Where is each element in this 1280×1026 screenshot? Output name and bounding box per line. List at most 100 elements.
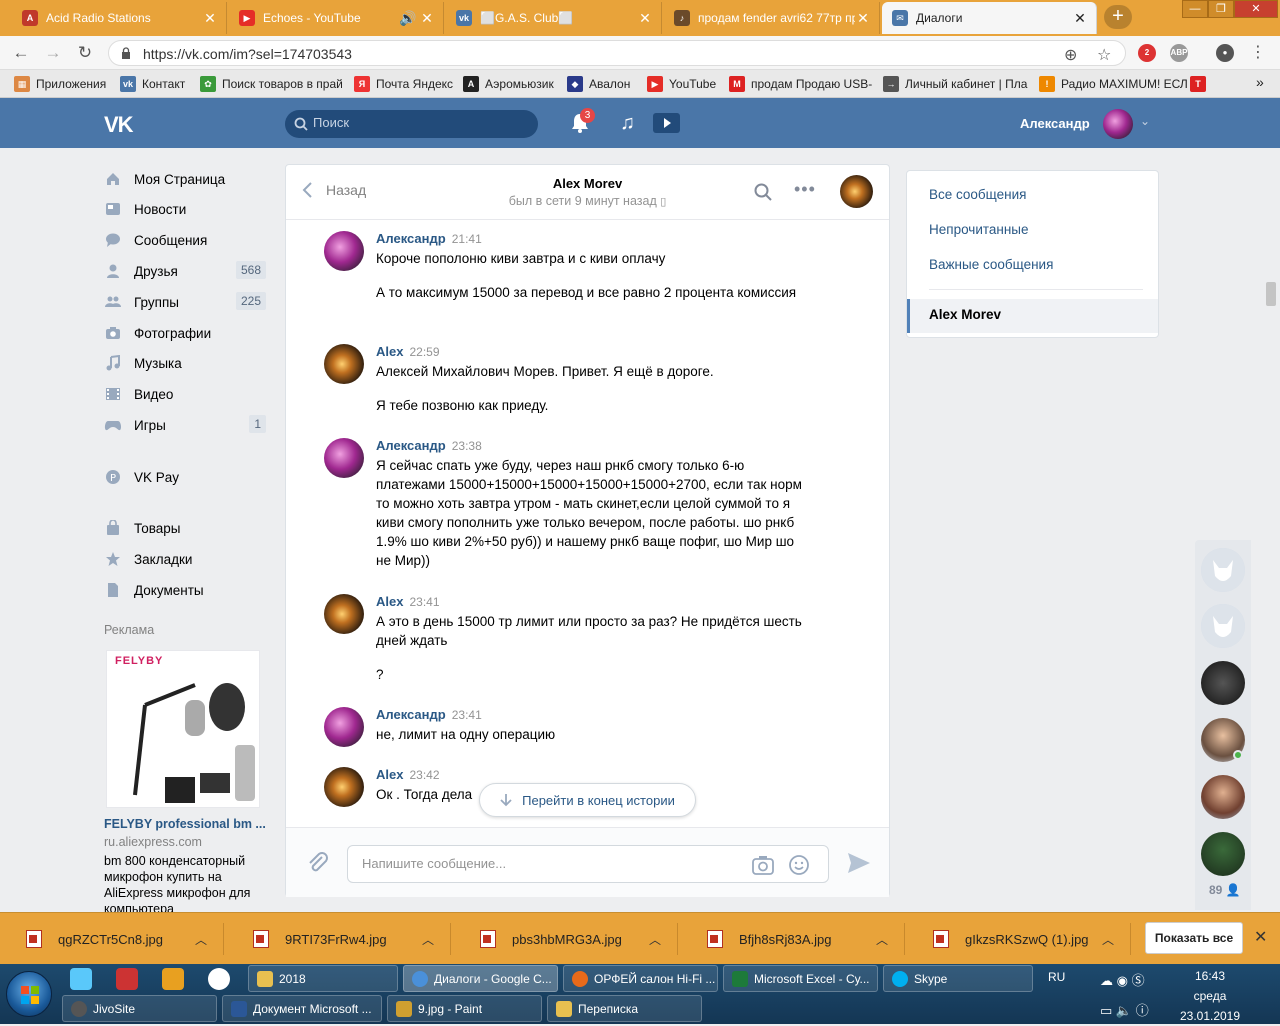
tray-icons-row2[interactable]: ▭ 🔈 ⓘ xyxy=(1100,1000,1149,1019)
bookmark-avalon[interactable]: ◆ Авалон xyxy=(567,76,630,92)
message-author[interactable]: Alex 23:42 xyxy=(376,767,440,782)
nav-groups[interactable]: Группы 225 xyxy=(100,288,270,316)
user-avatar[interactable] xyxy=(1103,109,1133,139)
vk-search-box[interactable] xyxy=(285,110,538,138)
nav-news[interactable]: Новости xyxy=(100,195,270,223)
chevron-up-icon[interactable]: ︿ xyxy=(1102,931,1114,948)
taskbar-item-chrome[interactable]: Диалоги - Google C... xyxy=(403,965,558,992)
nav-music[interactable]: Музыка xyxy=(100,349,270,377)
nav-video[interactable]: Видео xyxy=(100,380,270,408)
system-clock[interactable]: 16:43 среда 23.01.2019 xyxy=(1170,966,1250,1026)
more-actions-icon[interactable]: ••• xyxy=(794,179,816,200)
download-item[interactable]: qgRZCTr5Cn8.jpg ︿ xyxy=(4,923,224,955)
maximize-window-button[interactable]: ❐ xyxy=(1208,0,1234,18)
close-tab-icon[interactable]: ✕ xyxy=(637,10,653,27)
friend-avatar-man[interactable] xyxy=(1201,718,1245,762)
chevron-up-icon[interactable]: ︿ xyxy=(876,931,888,948)
back-arrow-icon[interactable]: ← xyxy=(10,42,32,64)
taskbar-item-2018[interactable]: 2018 xyxy=(248,965,398,992)
language-indicator[interactable]: RU xyxy=(1048,970,1065,984)
ad-image[interactable]: FELYBY xyxy=(106,650,260,808)
taskbar-item-excel[interactable]: Microsoft Excel - Су... xyxy=(723,965,878,992)
camera-attach-icon[interactable] xyxy=(752,855,774,875)
friend-avatar-placeholder[interactable] xyxy=(1201,548,1245,592)
scrollbar-thumb[interactable] xyxy=(1266,282,1276,306)
quicklaunch-ie-icon[interactable] xyxy=(70,968,92,990)
bookmark-aeromusic[interactable]: A Аэромьюзик xyxy=(463,76,554,92)
filter-active-dialog[interactable]: Alex Morev xyxy=(907,299,1158,333)
speaker-icon[interactable]: 🔊 xyxy=(397,10,419,27)
taskbar-item-jivosite[interactable]: JivoSite xyxy=(62,995,217,1022)
message-avatar[interactable] xyxy=(324,707,364,747)
bookmark-apps[interactable]: ▦ Приложения xyxy=(14,76,106,92)
browser-tab-2[interactable]: ▶ Echoes - YouTube 🔊 ✕ xyxy=(229,2,444,34)
vk-search-input[interactable] xyxy=(313,115,523,130)
download-item[interactable]: Bfjh8sRj83A.jpg ︿ xyxy=(685,923,905,955)
bookmark-radio-maximum[interactable]: ! Радио MAXIMUM! ЕСЛ xyxy=(1039,76,1188,92)
chat-search-icon[interactable] xyxy=(754,183,772,201)
message-avatar[interactable] xyxy=(324,344,364,384)
download-item[interactable]: 9RTI73FrRw4.jpg ︿ xyxy=(231,923,451,955)
message-input-box[interactable] xyxy=(347,845,829,883)
paperclip-icon[interactable] xyxy=(306,851,330,875)
taskbar-item-skype[interactable]: Skype xyxy=(883,965,1033,992)
message-author[interactable]: Александр 21:41 xyxy=(376,231,482,246)
jump-to-end-button[interactable]: Перейти в конец истории xyxy=(479,783,696,817)
message-author[interactable]: Александр 23:41 xyxy=(376,707,482,722)
message-input[interactable] xyxy=(362,856,742,871)
bookmark-vk[interactable]: vk Контакт xyxy=(120,76,185,92)
taskbar-item-firefox[interactable]: ОРФЕЙ салон Hi-Fi ... xyxy=(563,965,718,992)
bookmark-yandex-mail[interactable]: Я Почта Яндекс xyxy=(354,76,453,92)
quicklaunch-app-icon[interactable] xyxy=(116,968,138,990)
browser-tab-1[interactable]: A Acid Radio Stations ✕ xyxy=(12,2,227,34)
play-icon[interactable] xyxy=(653,113,680,133)
nav-documents[interactable]: Документы xyxy=(100,576,270,604)
nav-my-page[interactable]: Моя Страница xyxy=(100,165,270,193)
nav-goods[interactable]: Товары xyxy=(100,514,270,542)
nav-games[interactable]: Игры 1 xyxy=(100,411,270,439)
nav-vk-pay[interactable]: P VK Pay xyxy=(100,463,270,491)
extension-abp-icon[interactable]: АВР xyxy=(1170,44,1188,62)
menu-kebab-icon[interactable]: ⋮ xyxy=(1250,42,1266,62)
quicklaunch-1c-icon[interactable] xyxy=(162,968,184,990)
emoji-smile-icon[interactable] xyxy=(788,854,810,876)
nav-photos[interactable]: Фотографии xyxy=(100,319,270,347)
bookmark-youtube[interactable]: ▶ YouTube xyxy=(647,76,716,92)
close-downloads-icon[interactable]: ✕ xyxy=(1254,927,1267,947)
ad-title-link[interactable]: FELYBY professional bm ... xyxy=(104,817,266,831)
chevron-up-icon[interactable]: ︿ xyxy=(195,931,207,948)
nav-messages[interactable]: Сообщения xyxy=(100,226,270,254)
close-window-button[interactable]: ✕ xyxy=(1234,0,1278,18)
bookmark-usb[interactable]: Mпродам Продаю USB- xyxy=(729,76,872,92)
message-avatar[interactable] xyxy=(324,767,364,807)
windows-start-button[interactable] xyxy=(6,971,52,1017)
address-bar[interactable]: https://vk.com/im?sel=174703543 ⊕ ☆ xyxy=(108,40,1126,66)
zoom-icon[interactable]: ⊕ xyxy=(1064,45,1077,65)
friend-avatar-camera[interactable] xyxy=(1201,661,1245,705)
taskbar-item-correspondence[interactable]: Переписка xyxy=(547,995,702,1022)
extension-opera-icon[interactable]: 2 xyxy=(1138,44,1156,62)
close-tab-icon[interactable]: ✕ xyxy=(1072,10,1088,27)
friend-avatar-couple[interactable] xyxy=(1201,775,1245,819)
music-note-icon[interactable]: ♫ xyxy=(620,112,635,135)
vk-logo[interactable]: VK xyxy=(104,112,134,138)
browser-tab-3[interactable]: vk ⬜G.A.S. Club⬜ ✕ xyxy=(446,2,662,34)
close-tab-icon[interactable]: ✕ xyxy=(419,10,435,27)
friends-online-count[interactable]: 89 👤 xyxy=(1209,883,1241,897)
bookmark-t[interactable]: T xyxy=(1190,76,1212,92)
message-avatar[interactable] xyxy=(324,231,364,271)
download-item[interactable]: pbs3hbMRG3A.jpg ︿ xyxy=(458,923,678,955)
quicklaunch-yandex-icon[interactable] xyxy=(208,968,230,990)
tray-icons[interactable]: ☁ ◉ Ⓢ xyxy=(1100,970,1145,989)
message-avatar[interactable] xyxy=(324,438,364,478)
chevron-up-icon[interactable]: ︿ xyxy=(422,931,434,948)
friend-avatar-placeholder[interactable] xyxy=(1201,604,1245,648)
reload-icon[interactable]: ↻ xyxy=(74,42,96,64)
notifications-bell-icon[interactable]: 3 xyxy=(570,108,595,137)
bookmark-star-icon[interactable]: ☆ xyxy=(1097,45,1111,65)
browser-tab-4[interactable]: ♪ продам fender avri62 77тр про ✕ xyxy=(664,2,880,34)
chevron-down-icon[interactable]: ⌄ xyxy=(1140,114,1150,128)
bookmark-price-search[interactable]: ✿ Поиск товаров в прай xyxy=(200,76,343,92)
minimize-window-button[interactable]: — xyxy=(1182,0,1208,18)
nav-bookmarks[interactable]: Закладки xyxy=(100,545,270,573)
